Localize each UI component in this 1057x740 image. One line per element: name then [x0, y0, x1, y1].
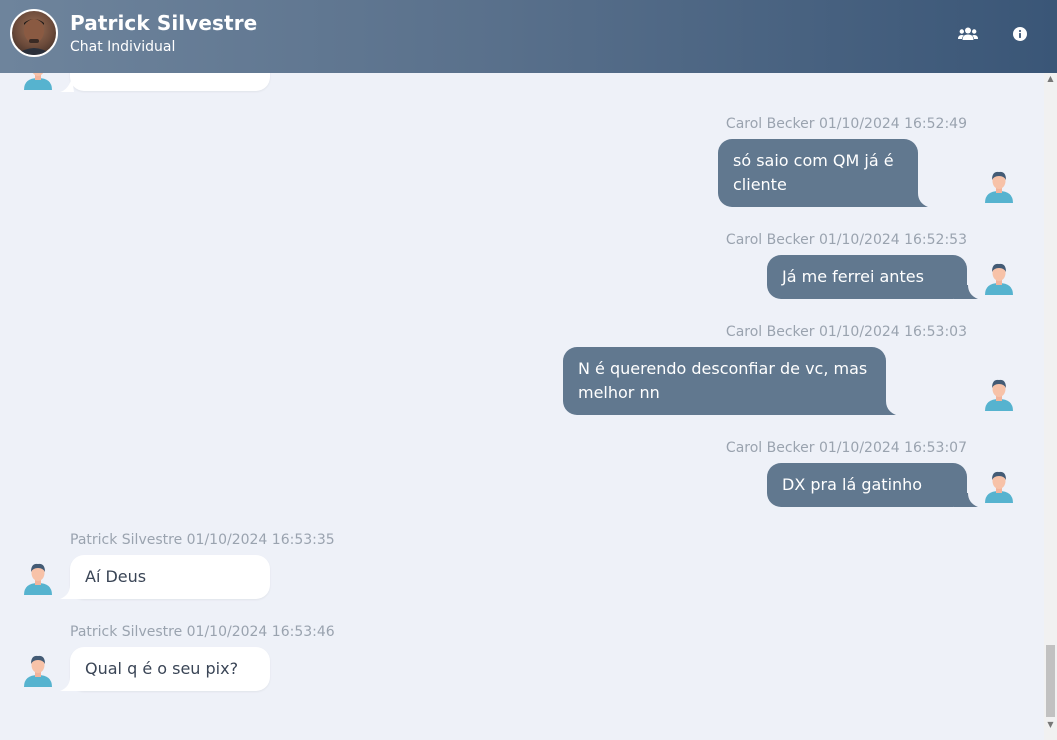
- contact-avatar[interactable]: [10, 9, 58, 57]
- bubble-tail: [954, 493, 978, 507]
- user-avatar-icon: [985, 379, 1013, 411]
- message-meta: Carol Becker 01/10/2024 16:53:07: [725, 440, 967, 456]
- message-bubble-outgoing: Já me ferrei antes: [767, 255, 967, 299]
- info-icon[interactable]: [1008, 22, 1032, 46]
- sender-avatar-icon: [24, 563, 52, 595]
- bubble-tail: [60, 677, 84, 691]
- message-meta: Carol Becker 01/10/2024 16:52:53: [725, 232, 967, 248]
- user-avatar-icon: [985, 171, 1013, 203]
- scrollbar[interactable]: ▲ ▼: [1044, 73, 1057, 740]
- message-bubble-outgoing: N é querendo desconfiar de vc, mas melho…: [563, 347, 886, 415]
- message-meta: Patrick Silvestre 01/10/2024 16:53:35: [70, 532, 335, 548]
- scroll-down-arrow-icon[interactable]: ▼: [1047, 721, 1054, 729]
- sender-avatar-icon: [24, 655, 52, 687]
- bubble-tail: [872, 401, 896, 415]
- bubble-tail: [904, 193, 928, 207]
- scroll-up-arrow-icon[interactable]: ▲: [1047, 75, 1054, 83]
- users-icon[interactable]: [956, 22, 980, 46]
- message-list[interactable]: Carol Becker 01/10/2024 16:52:49 só saio…: [0, 73, 1044, 740]
- chat-title: Patrick Silvestre: [70, 11, 258, 35]
- message-bubble-incoming: [70, 73, 270, 91]
- sender-avatar-icon: [24, 73, 52, 90]
- message-bubble-incoming: Qual q é o seu pix?: [70, 647, 270, 691]
- chat-header: Patrick Silvestre Chat Individual: [0, 0, 1057, 73]
- bubble-tail: [954, 285, 978, 299]
- user-avatar-icon: [985, 471, 1013, 503]
- bubble-tail: [60, 78, 74, 92]
- message-bubble-incoming: Aí Deus: [70, 555, 270, 599]
- message-meta: Carol Becker 01/10/2024 16:52:49: [725, 116, 967, 132]
- message-bubble-outgoing: DX pra lá gatinho: [767, 463, 967, 507]
- user-avatar-icon: [985, 263, 1013, 295]
- chat-subtitle: Chat Individual: [70, 39, 176, 55]
- message-meta: Patrick Silvestre 01/10/2024 16:53:46: [70, 624, 335, 640]
- message-bubble-outgoing: só saio com QM já é cliente: [718, 139, 918, 207]
- bubble-tail: [60, 585, 84, 599]
- scrollbar-thumb[interactable]: [1046, 645, 1055, 717]
- message-meta: Carol Becker 01/10/2024 16:53:03: [725, 324, 967, 340]
